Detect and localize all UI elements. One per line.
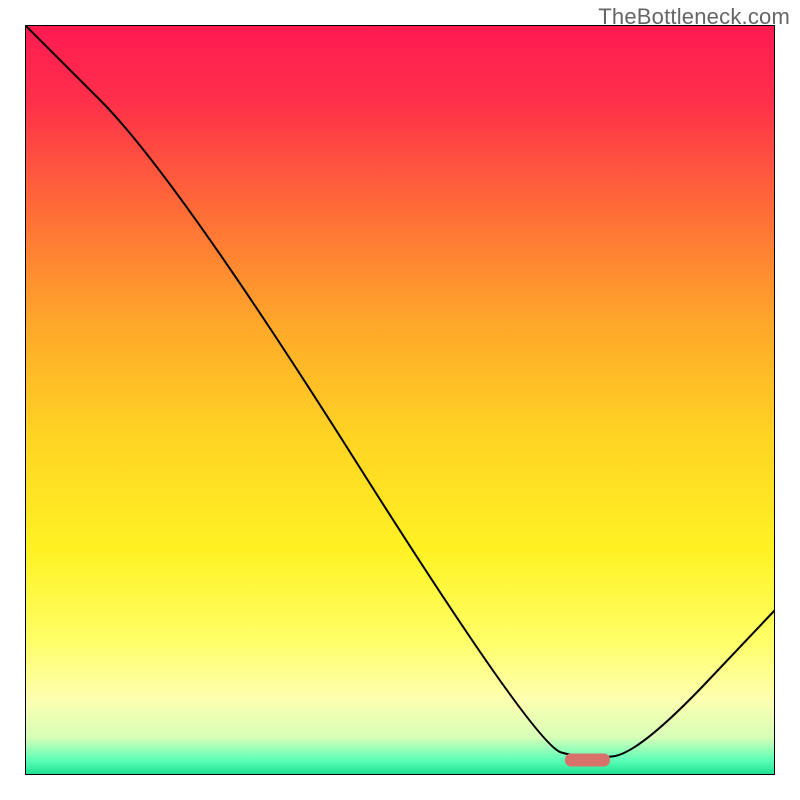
optimal-marker xyxy=(565,754,610,767)
chart-canvas xyxy=(25,25,775,775)
chart-wrapper: TheBottleneck.com xyxy=(0,0,800,800)
watermark-text: TheBottleneck.com xyxy=(598,4,790,30)
gradient-background xyxy=(25,25,775,775)
chart-svg xyxy=(25,25,775,775)
